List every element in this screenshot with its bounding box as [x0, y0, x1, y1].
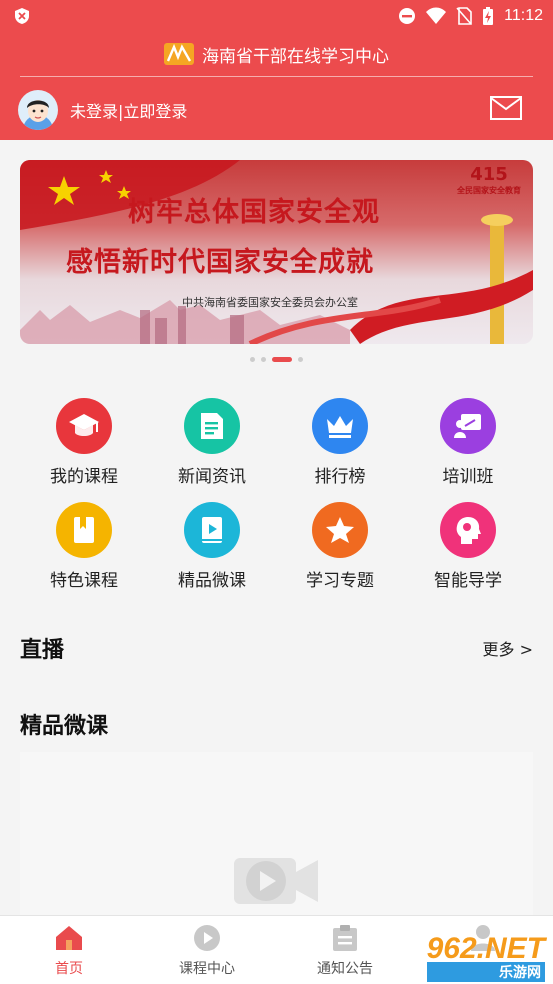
menu-item-featured-courses[interactable]: 特色课程	[20, 502, 148, 602]
menu-label: 我的课程	[50, 467, 118, 487]
banner-headline-1: 树牢总体国家安全观	[128, 197, 380, 228]
user-row: 未登录|立即登录	[0, 78, 553, 140]
app-logo-icon	[164, 43, 194, 65]
site-watermark: 962.NET 乐游网	[426, 932, 545, 982]
watermark-text: 962.NET	[426, 932, 545, 965]
login-link[interactable]: 未登录|立即登录	[70, 98, 187, 122]
banner-tag: 415 全民国家安全教育	[457, 164, 521, 196]
menu-label: 新闻资讯	[178, 467, 246, 487]
tab-home[interactable]: 首页	[0, 924, 138, 978]
home-icon	[56, 926, 82, 950]
more-link[interactable]: 更多 >	[483, 636, 534, 660]
banner-tag-number: 415	[470, 164, 508, 185]
carousel-dot[interactable]	[261, 356, 266, 362]
tab-course-center[interactable]: 课程中心	[138, 924, 276, 978]
carousel-dot-active[interactable]	[272, 356, 292, 362]
tab-label: 课程中心	[179, 961, 235, 977]
promo-banner[interactable]: 树牢总体国家安全观 感悟新时代国家安全成就 中共海南省委国家安全委员会办公室 4…	[20, 160, 533, 344]
carousel-dot[interactable]	[298, 356, 303, 362]
tab-label: 首页	[55, 961, 83, 977]
menu-item-my-courses[interactable]: 我的课程	[20, 398, 148, 498]
shield-icon	[15, 8, 29, 24]
document-icon	[184, 398, 240, 454]
do-not-disturb-icon	[399, 8, 416, 24]
brain-head-icon	[440, 502, 496, 558]
tab-label: 通知公告	[317, 961, 373, 977]
app-header: 海南省干部在线学习中心 未登录|立即登录	[0, 32, 553, 140]
clipboard-icon	[333, 925, 357, 951]
bookmark-book-icon	[56, 502, 112, 558]
star-icon	[312, 502, 368, 558]
no-sim-icon	[456, 7, 472, 25]
menu-label: 特色课程	[50, 571, 118, 591]
app-title: 海南省干部在线学习中心	[202, 46, 389, 67]
avatar[interactable]	[18, 90, 58, 130]
crown-icon	[312, 398, 368, 454]
menu-label: 培训班	[442, 467, 494, 487]
wifi-icon	[426, 7, 447, 24]
play-book-icon	[184, 502, 240, 558]
graduation-cap-icon	[56, 398, 112, 454]
menu-item-ranking[interactable]: 排行榜	[276, 398, 404, 498]
title-bar: 海南省干部在线学习中心	[0, 32, 553, 76]
menu-item-study-topics[interactable]: 学习专题	[276, 502, 404, 602]
banner-tag-text: 全民国家安全教育	[457, 186, 521, 195]
menu-label: 精品微课	[178, 571, 246, 591]
carousel-dot[interactable]	[250, 356, 255, 362]
battery-charging-icon	[483, 7, 494, 25]
menu-label: 排行榜	[314, 467, 366, 487]
play-circle-icon	[194, 925, 220, 951]
status-bar: 11:12	[0, 0, 553, 32]
micro-section-title: 精品微课	[20, 714, 109, 739]
header-divider	[20, 76, 533, 77]
menu-label: 学习专题	[306, 571, 374, 591]
carousel-indicator	[0, 354, 553, 364]
avatar-face-icon	[23, 100, 53, 130]
watermark-sub: 乐游网	[426, 962, 545, 982]
tab-notices[interactable]: 通知公告	[276, 924, 414, 978]
menu-item-news[interactable]: 新闻资讯	[148, 398, 276, 498]
live-section-title: 直播	[20, 638, 65, 663]
menu-item-smart-guide[interactable]: 智能导学	[404, 502, 532, 602]
banner-caption: 中共海南省委国家安全委员会办公室	[182, 296, 358, 309]
classroom-icon	[440, 398, 496, 454]
menu-item-micro-lessons[interactable]: 精品微课	[148, 502, 276, 602]
status-time: 11:12	[504, 7, 543, 24]
menu-item-training-class[interactable]: 培训班	[404, 398, 532, 498]
mail-icon[interactable]	[490, 96, 522, 120]
video-card[interactable]	[20, 752, 533, 922]
menu-label: 智能导学	[434, 571, 502, 591]
banner-headline-2: 感悟新时代国家安全成就	[66, 247, 374, 278]
video-placeholder-icon	[234, 858, 318, 904]
